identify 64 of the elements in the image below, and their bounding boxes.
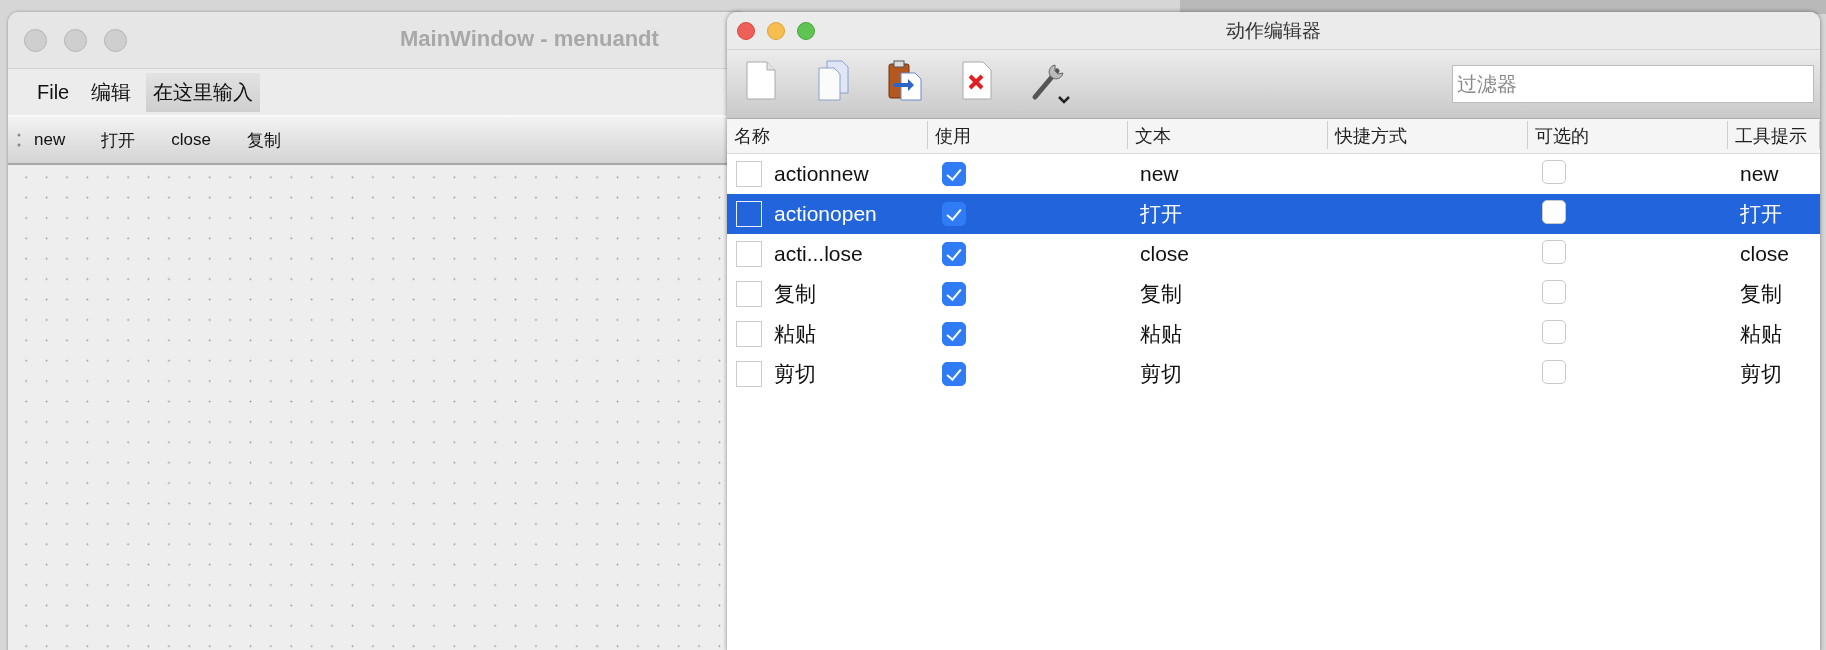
window-title: MainWindow - menuandt — [400, 26, 659, 52]
selected-row[interactable]: actionopen 打开 打开 — [727, 194, 1820, 234]
window-button[interactable] — [24, 28, 47, 52]
table-row[interactable]: 粘贴 粘贴 粘贴 — [727, 314, 1820, 354]
table-row[interactable]: 剪切 剪切 剪切 — [727, 354, 1820, 394]
table-cell: close — [1140, 242, 1190, 265]
filter-field[interactable]: 过滤器 — [1452, 65, 1814, 103]
checkbox[interactable] — [1542, 160, 1566, 184]
table-cell: 粘贴 — [1740, 322, 1782, 345]
checkbox[interactable] — [942, 162, 966, 186]
table-cell-text: 粘贴 — [774, 321, 816, 347]
column-header[interactable]: 名称 — [727, 121, 928, 149]
menu-item[interactable]: File — [30, 74, 77, 110]
column-header[interactable]: 工具提示 — [1728, 121, 1820, 149]
table-cell: actionopen — [774, 202, 877, 226]
table-cell: actionnew — [774, 162, 869, 186]
checkbox[interactable] — [942, 202, 966, 226]
menu-entry-field[interactable]: 在这里输入 — [146, 72, 261, 112]
column-header[interactable]: 快捷方式 — [1328, 121, 1528, 149]
table-cell: new — [1740, 162, 1779, 185]
empty-icon — [736, 161, 762, 187]
table-cell: close — [1740, 242, 1790, 265]
table-cell-text: 剪切 — [774, 361, 816, 387]
toolbar-button[interactable]: 复制 — [246, 124, 281, 156]
table-row[interactable]: 复制 复制 复制 — [727, 274, 1820, 314]
table-row[interactable]: acti...lose close close — [727, 234, 1820, 274]
table-cell: 打开 — [1740, 202, 1782, 225]
checkbox[interactable] — [942, 242, 966, 266]
table-cell: 剪切 — [1740, 362, 1782, 385]
window-title: 动作编辑器 — [1226, 19, 1321, 41]
table-cell: 复制 — [1140, 282, 1182, 305]
table-cell: acti...lose — [774, 242, 863, 266]
window-button[interactable] — [104, 28, 127, 52]
window-button[interactable] — [797, 21, 815, 40]
menu-item[interactable]: 编辑 — [84, 72, 139, 112]
empty-icon — [736, 321, 762, 347]
empty-icon — [736, 241, 762, 267]
empty-icon — [736, 361, 762, 387]
toolbar-button[interactable]: new — [34, 126, 66, 154]
window-button[interactable] — [767, 21, 785, 40]
table-cell: 剪切 — [1140, 362, 1182, 385]
toolbar-button[interactable]: 打开 — [101, 124, 136, 156]
window-button[interactable] — [737, 21, 755, 40]
column-header[interactable]: 使用 — [928, 121, 1128, 149]
toolbar-button[interactable]: close — [171, 126, 211, 154]
checkbox[interactable] — [1542, 360, 1566, 384]
table-cell: 打开 — [1140, 202, 1182, 225]
checkbox[interactable] — [1542, 280, 1566, 304]
table-cell: 复制 — [1740, 282, 1782, 305]
table-row[interactable]: actionnew new new — [727, 154, 1820, 194]
empty-icon — [736, 201, 762, 227]
checkbox[interactable] — [1542, 200, 1566, 224]
checkbox[interactable] — [942, 282, 966, 306]
column-header[interactable]: 可选的 — [1528, 121, 1728, 149]
checkbox[interactable] — [942, 362, 966, 386]
column-header[interactable]: 文本 — [1128, 121, 1328, 149]
table-cell-text: 复制 — [774, 281, 816, 307]
table-cell: new — [1140, 162, 1179, 185]
checkbox[interactable] — [1542, 240, 1566, 264]
table-cell: 粘贴 — [1140, 322, 1182, 345]
window-button[interactable] — [64, 28, 87, 52]
empty-icon — [736, 281, 762, 307]
checkbox[interactable] — [1542, 320, 1566, 344]
checkbox[interactable] — [942, 322, 966, 346]
